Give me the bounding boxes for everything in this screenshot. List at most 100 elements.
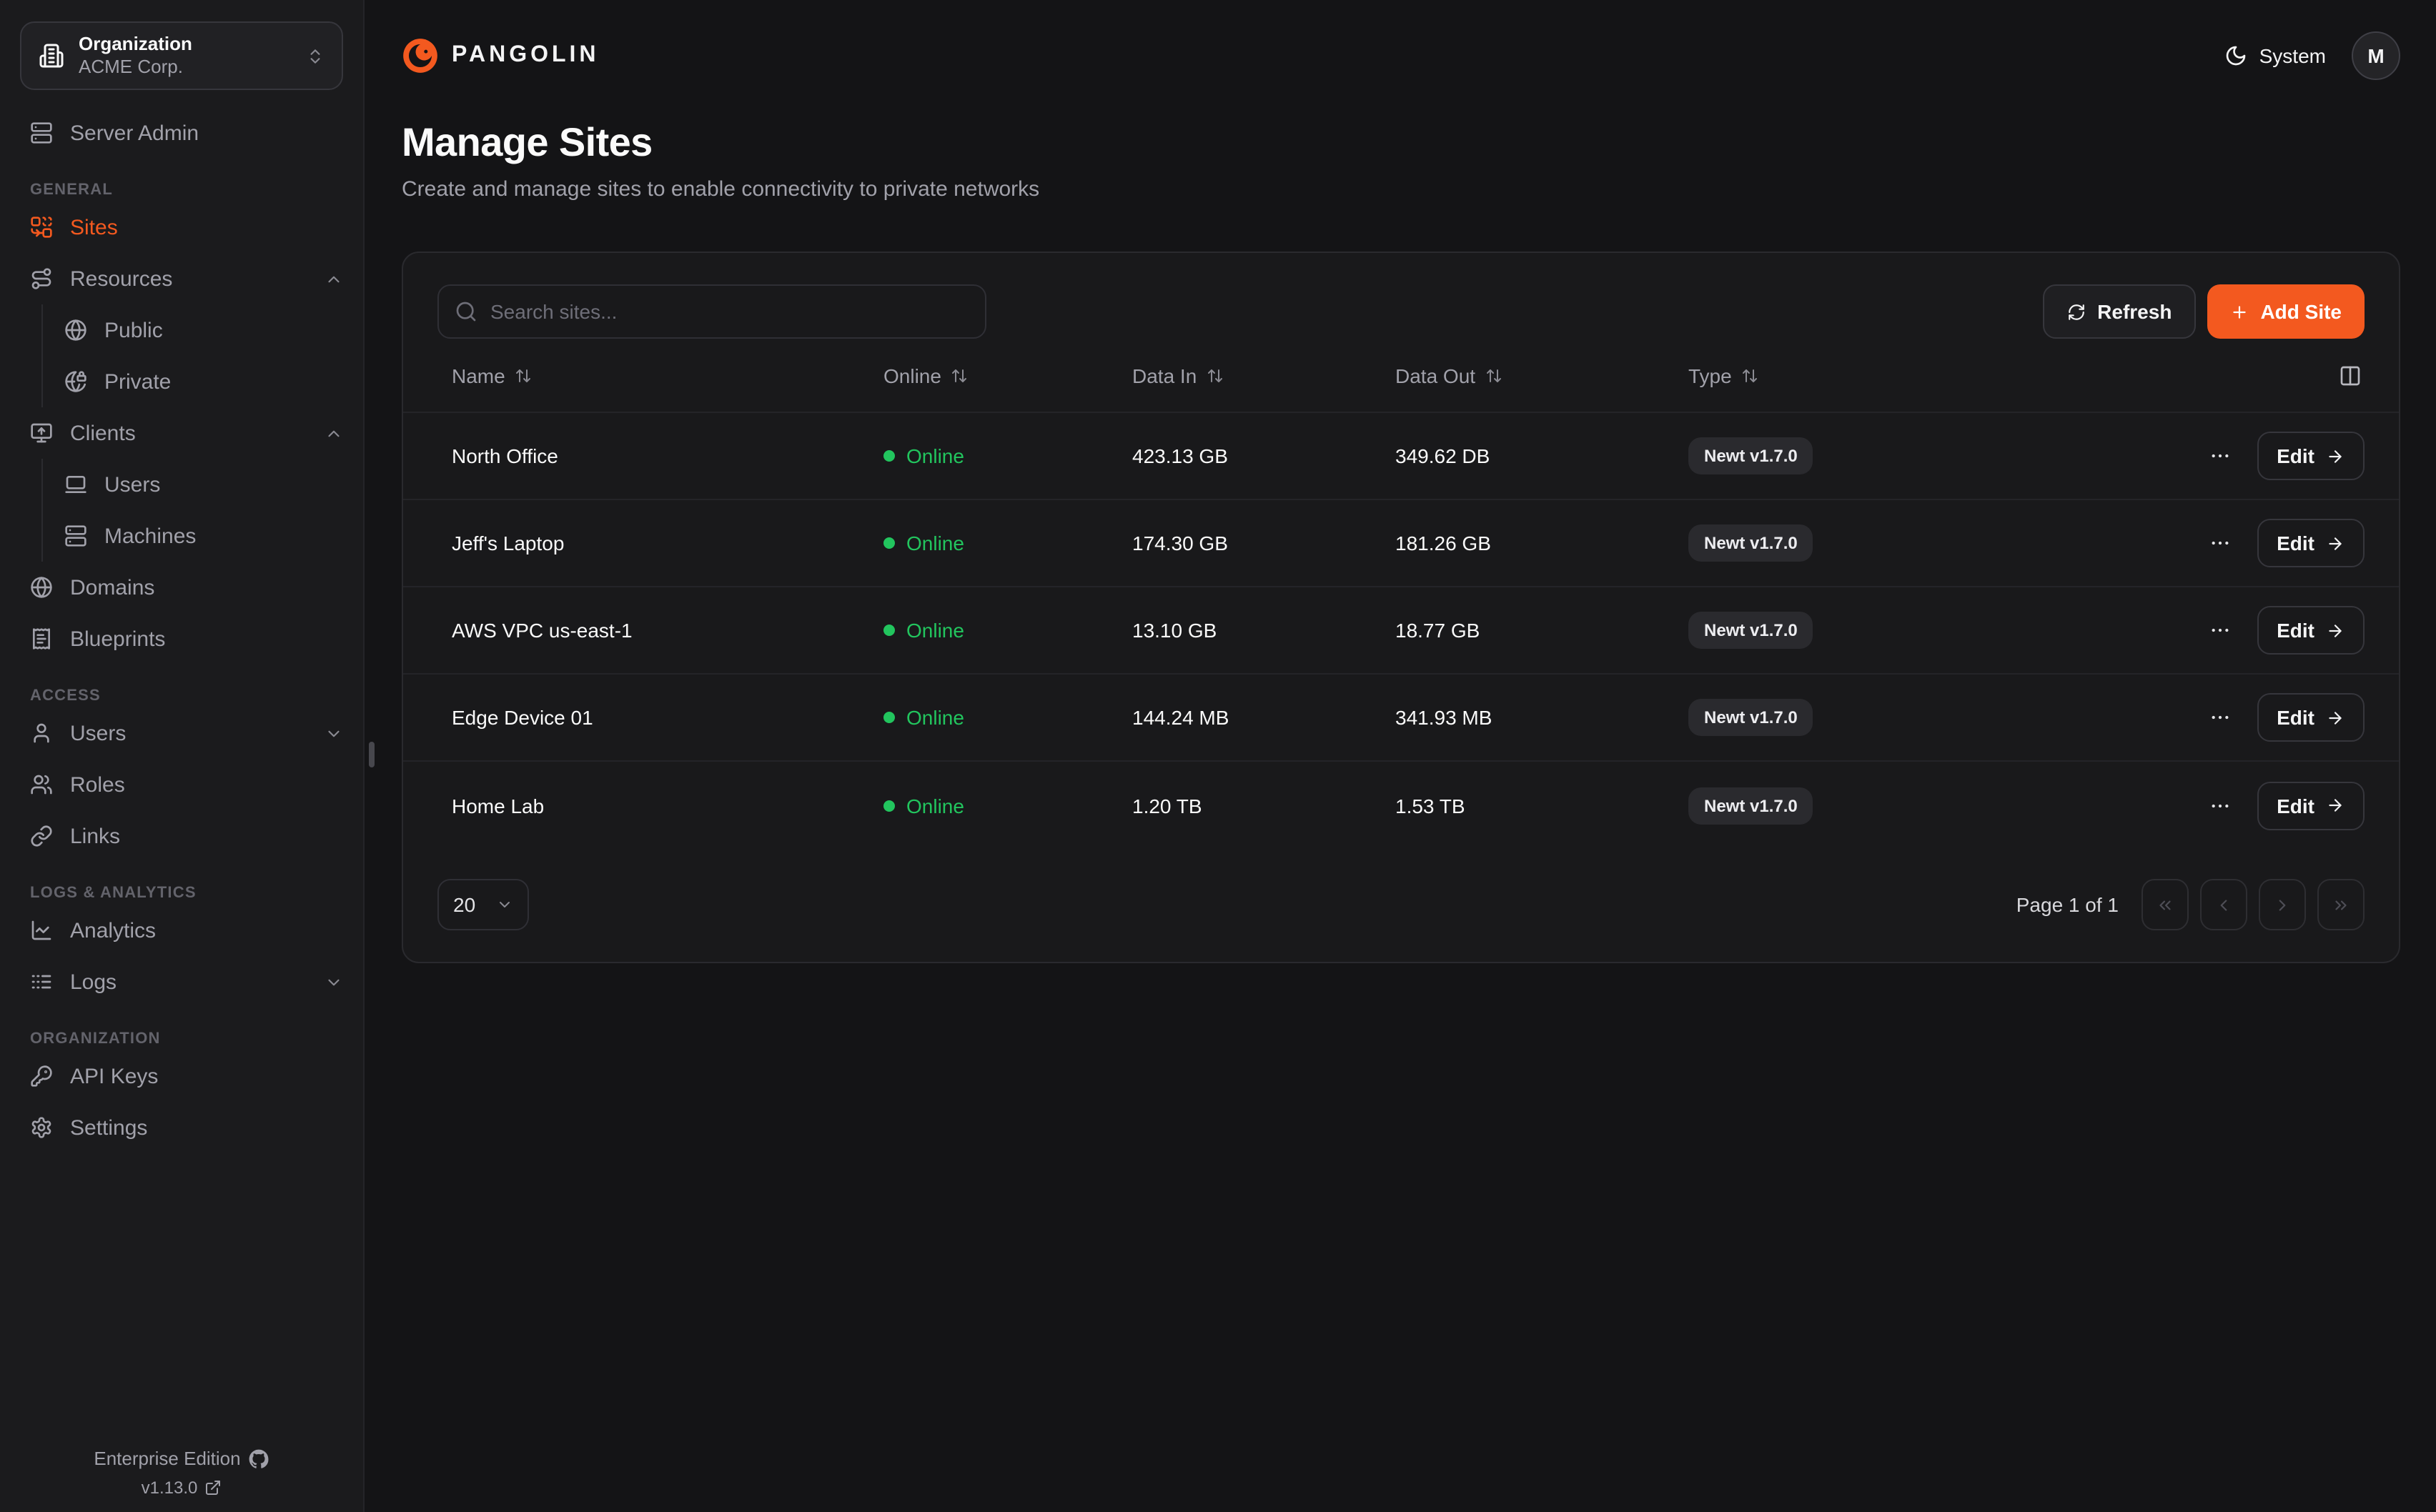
sidebar-item-label: Links <box>70 824 120 848</box>
columns-toggle-button[interactable] <box>2336 361 2365 389</box>
globe-icon <box>30 576 53 599</box>
sidebar-item-clients[interactable]: Clients <box>0 407 363 459</box>
refresh-icon <box>2067 302 2086 321</box>
chevron-up-icon <box>325 269 343 288</box>
sidebar-item-server-admin[interactable]: Server Admin <box>0 107 363 159</box>
brand[interactable]: PANGOLIN <box>402 37 600 74</box>
edit-label: Edit <box>2277 532 2314 554</box>
table-row: North Office Online 423.13 GB 349.62 DB … <box>403 413 2399 500</box>
sidebar-scrollbar-thumb[interactable] <box>369 742 375 767</box>
theme-toggle-button[interactable]: System <box>2225 44 2326 67</box>
sidebar-item-machines[interactable]: Machines <box>61 510 363 562</box>
sites-card: Refresh Add Site Name Online <box>402 252 2400 963</box>
row-menu-button[interactable] <box>2202 788 2237 822</box>
last-page-button[interactable] <box>2317 879 2365 930</box>
search-input[interactable] <box>437 284 986 339</box>
next-page-button[interactable] <box>2259 879 2306 930</box>
sidebar-item-label: Logs <box>70 970 117 994</box>
column-header-data-in[interactable]: Data In <box>1132 364 1395 387</box>
brand-name: PANGOLIN <box>452 43 600 69</box>
sidebar-item-blueprints[interactable]: Blueprints <box>0 613 363 665</box>
globe-icon <box>64 319 87 342</box>
sort-icon <box>1485 367 1502 384</box>
sidebar-item-analytics[interactable]: Analytics <box>0 905 363 956</box>
edit-label: Edit <box>2277 444 2314 467</box>
status-text: Online <box>906 444 964 467</box>
chevron-down-icon <box>325 724 343 742</box>
site-status: Online <box>883 706 1132 729</box>
edition-label: Enterprise Edition <box>94 1448 240 1469</box>
column-header-name[interactable]: Name <box>452 364 883 387</box>
sidebar-item-logs[interactable]: Logs <box>0 956 363 1008</box>
online-dot-icon <box>883 537 895 549</box>
sidebar-item-domains[interactable]: Domains <box>0 562 363 613</box>
edit-button[interactable]: Edit <box>2257 781 2365 830</box>
resources-subgroup: Public Private <box>41 304 363 407</box>
version-label[interactable]: v1.13.0 <box>142 1478 198 1498</box>
sidebar-item-resources[interactable]: Resources <box>0 253 363 304</box>
sort-icon <box>1207 367 1224 384</box>
topbar: PANGOLIN System M <box>402 31 2400 80</box>
combine-icon <box>30 216 53 239</box>
row-menu-button[interactable] <box>2202 700 2237 735</box>
ellipsis-icon <box>2208 794 2231 817</box>
sidebar-item-label: Settings <box>70 1115 147 1140</box>
page-info: Page 1 of 1 <box>2016 893 2119 916</box>
prev-page-button[interactable] <box>2200 879 2247 930</box>
table-header: Name Online Data In Data Out Type <box>403 339 2399 413</box>
sidebar-item-private[interactable]: Private <box>61 356 363 407</box>
status-text: Online <box>906 619 964 642</box>
chevron-right-icon <box>2273 895 2292 914</box>
column-header-online[interactable]: Online <box>883 364 1132 387</box>
ellipsis-icon <box>2208 444 2231 467</box>
column-header-type[interactable]: Type <box>1688 364 2036 387</box>
add-site-button[interactable]: Add Site <box>2207 284 2365 339</box>
site-name: Jeff's Laptop <box>452 532 883 554</box>
clients-subgroup: Users Machines <box>41 459 363 562</box>
sidebar-item-label: Machines <box>104 524 196 548</box>
site-status: Online <box>883 532 1132 554</box>
sidebar-item-public[interactable]: Public <box>61 304 363 356</box>
sidebar-item-users[interactable]: Users <box>0 707 363 759</box>
sidebar-nav: Server Admin GENERAL Sites Resources Pub… <box>0 99 363 1512</box>
first-page-button[interactable] <box>2142 879 2189 930</box>
edit-button[interactable]: Edit <box>2257 432 2365 480</box>
avatar[interactable]: M <box>2352 31 2400 80</box>
row-menu-button[interactable] <box>2202 439 2237 473</box>
edit-label: Edit <box>2277 706 2314 729</box>
external-link-icon <box>204 1479 222 1496</box>
laptop-icon <box>64 473 87 496</box>
org-selector[interactable]: Organization ACME Corp. <box>20 21 343 90</box>
edit-button[interactable]: Edit <box>2257 519 2365 567</box>
site-data-out: 341.93 MB <box>1395 706 1688 729</box>
sidebar-item-roles[interactable]: Roles <box>0 759 363 810</box>
status-text: Online <box>906 532 964 554</box>
row-menu-button[interactable] <box>2202 526 2237 560</box>
sidebar-item-settings[interactable]: Settings <box>0 1102 363 1153</box>
row-menu-button[interactable] <box>2202 613 2237 647</box>
edit-button[interactable]: Edit <box>2257 693 2365 742</box>
sidebar-item-api-keys[interactable]: API Keys <box>0 1050 363 1102</box>
search-wrap <box>437 284 986 339</box>
site-name: AWS VPC us-east-1 <box>452 619 883 642</box>
status-text: Online <box>906 794 964 817</box>
moon-icon <box>2225 44 2248 67</box>
page-size-select[interactable]: 20 <box>437 879 529 930</box>
sidebar-item-sites[interactable]: Sites <box>0 202 363 253</box>
type-badge: Newt v1.7.0 <box>1688 612 1813 649</box>
column-header-data-out[interactable]: Data Out <box>1395 364 1688 387</box>
sidebar-footer: Enterprise Edition v1.13.0 <box>0 1448 363 1498</box>
site-data-in: 1.20 TB <box>1132 794 1395 817</box>
receipt-icon <box>30 627 53 650</box>
refresh-label: Refresh <box>2097 300 2172 323</box>
sidebar-item-label: Clients <box>70 421 136 445</box>
edit-label: Edit <box>2277 794 2314 817</box>
add-site-label: Add Site <box>2260 300 2342 323</box>
github-icon[interactable] <box>249 1448 269 1468</box>
sidebar-item-links[interactable]: Links <box>0 810 363 862</box>
refresh-button[interactable]: Refresh <box>2043 284 2196 339</box>
edit-button[interactable]: Edit <box>2257 606 2365 655</box>
sidebar-item-client-users[interactable]: Users <box>61 459 363 510</box>
sidebar-item-label: Roles <box>70 772 125 797</box>
logs-icon <box>30 970 53 993</box>
